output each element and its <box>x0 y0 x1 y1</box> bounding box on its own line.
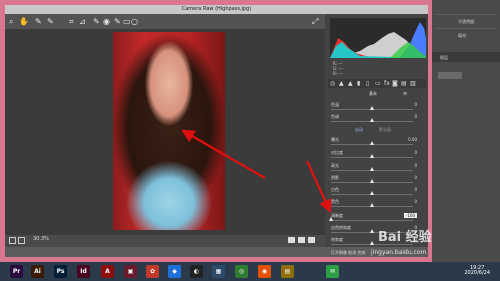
illustrator-icon[interactable]: Ai <box>31 265 44 278</box>
baidu-watermark: Bai 经验 <box>378 230 432 245</box>
app-blue-icon[interactable]: ◆ <box>168 265 181 278</box>
wechat-icon[interactable]: ✉ <box>326 265 339 278</box>
arrow-to-face <box>181 129 266 179</box>
indesign-icon[interactable]: Id <box>77 265 90 278</box>
firefox-icon[interactable]: ◉ <box>258 265 271 278</box>
chrome-icon[interactable]: ◎ <box>235 265 248 278</box>
arrow-to-clarity-slider <box>306 160 332 213</box>
taskbar: Pr Ai Ps Id A ▣ ✿ ◆ ◐ ▦ ◎ ◉ ▤ ✉ 19:27 2020/6/24 <box>0 262 500 281</box>
files-icon[interactable]: ▤ <box>281 265 294 278</box>
app-red-icon[interactable]: ✿ <box>146 265 159 278</box>
media-icon[interactable]: ▣ <box>124 265 137 278</box>
clock-date: 2020/6/24 <box>464 270 490 276</box>
premiere-icon[interactable]: Pr <box>10 265 23 278</box>
app-grid-icon[interactable]: ▦ <box>212 265 225 278</box>
qq-icon[interactable]: ◐ <box>190 265 203 278</box>
clock[interactable]: 19:27 2020/6/24 <box>464 266 490 276</box>
acrobat-icon[interactable]: A <box>101 265 114 278</box>
watermark-url: jingyan.baidu.com <box>371 249 427 256</box>
photoshop-icon[interactable]: Ps <box>54 265 67 278</box>
